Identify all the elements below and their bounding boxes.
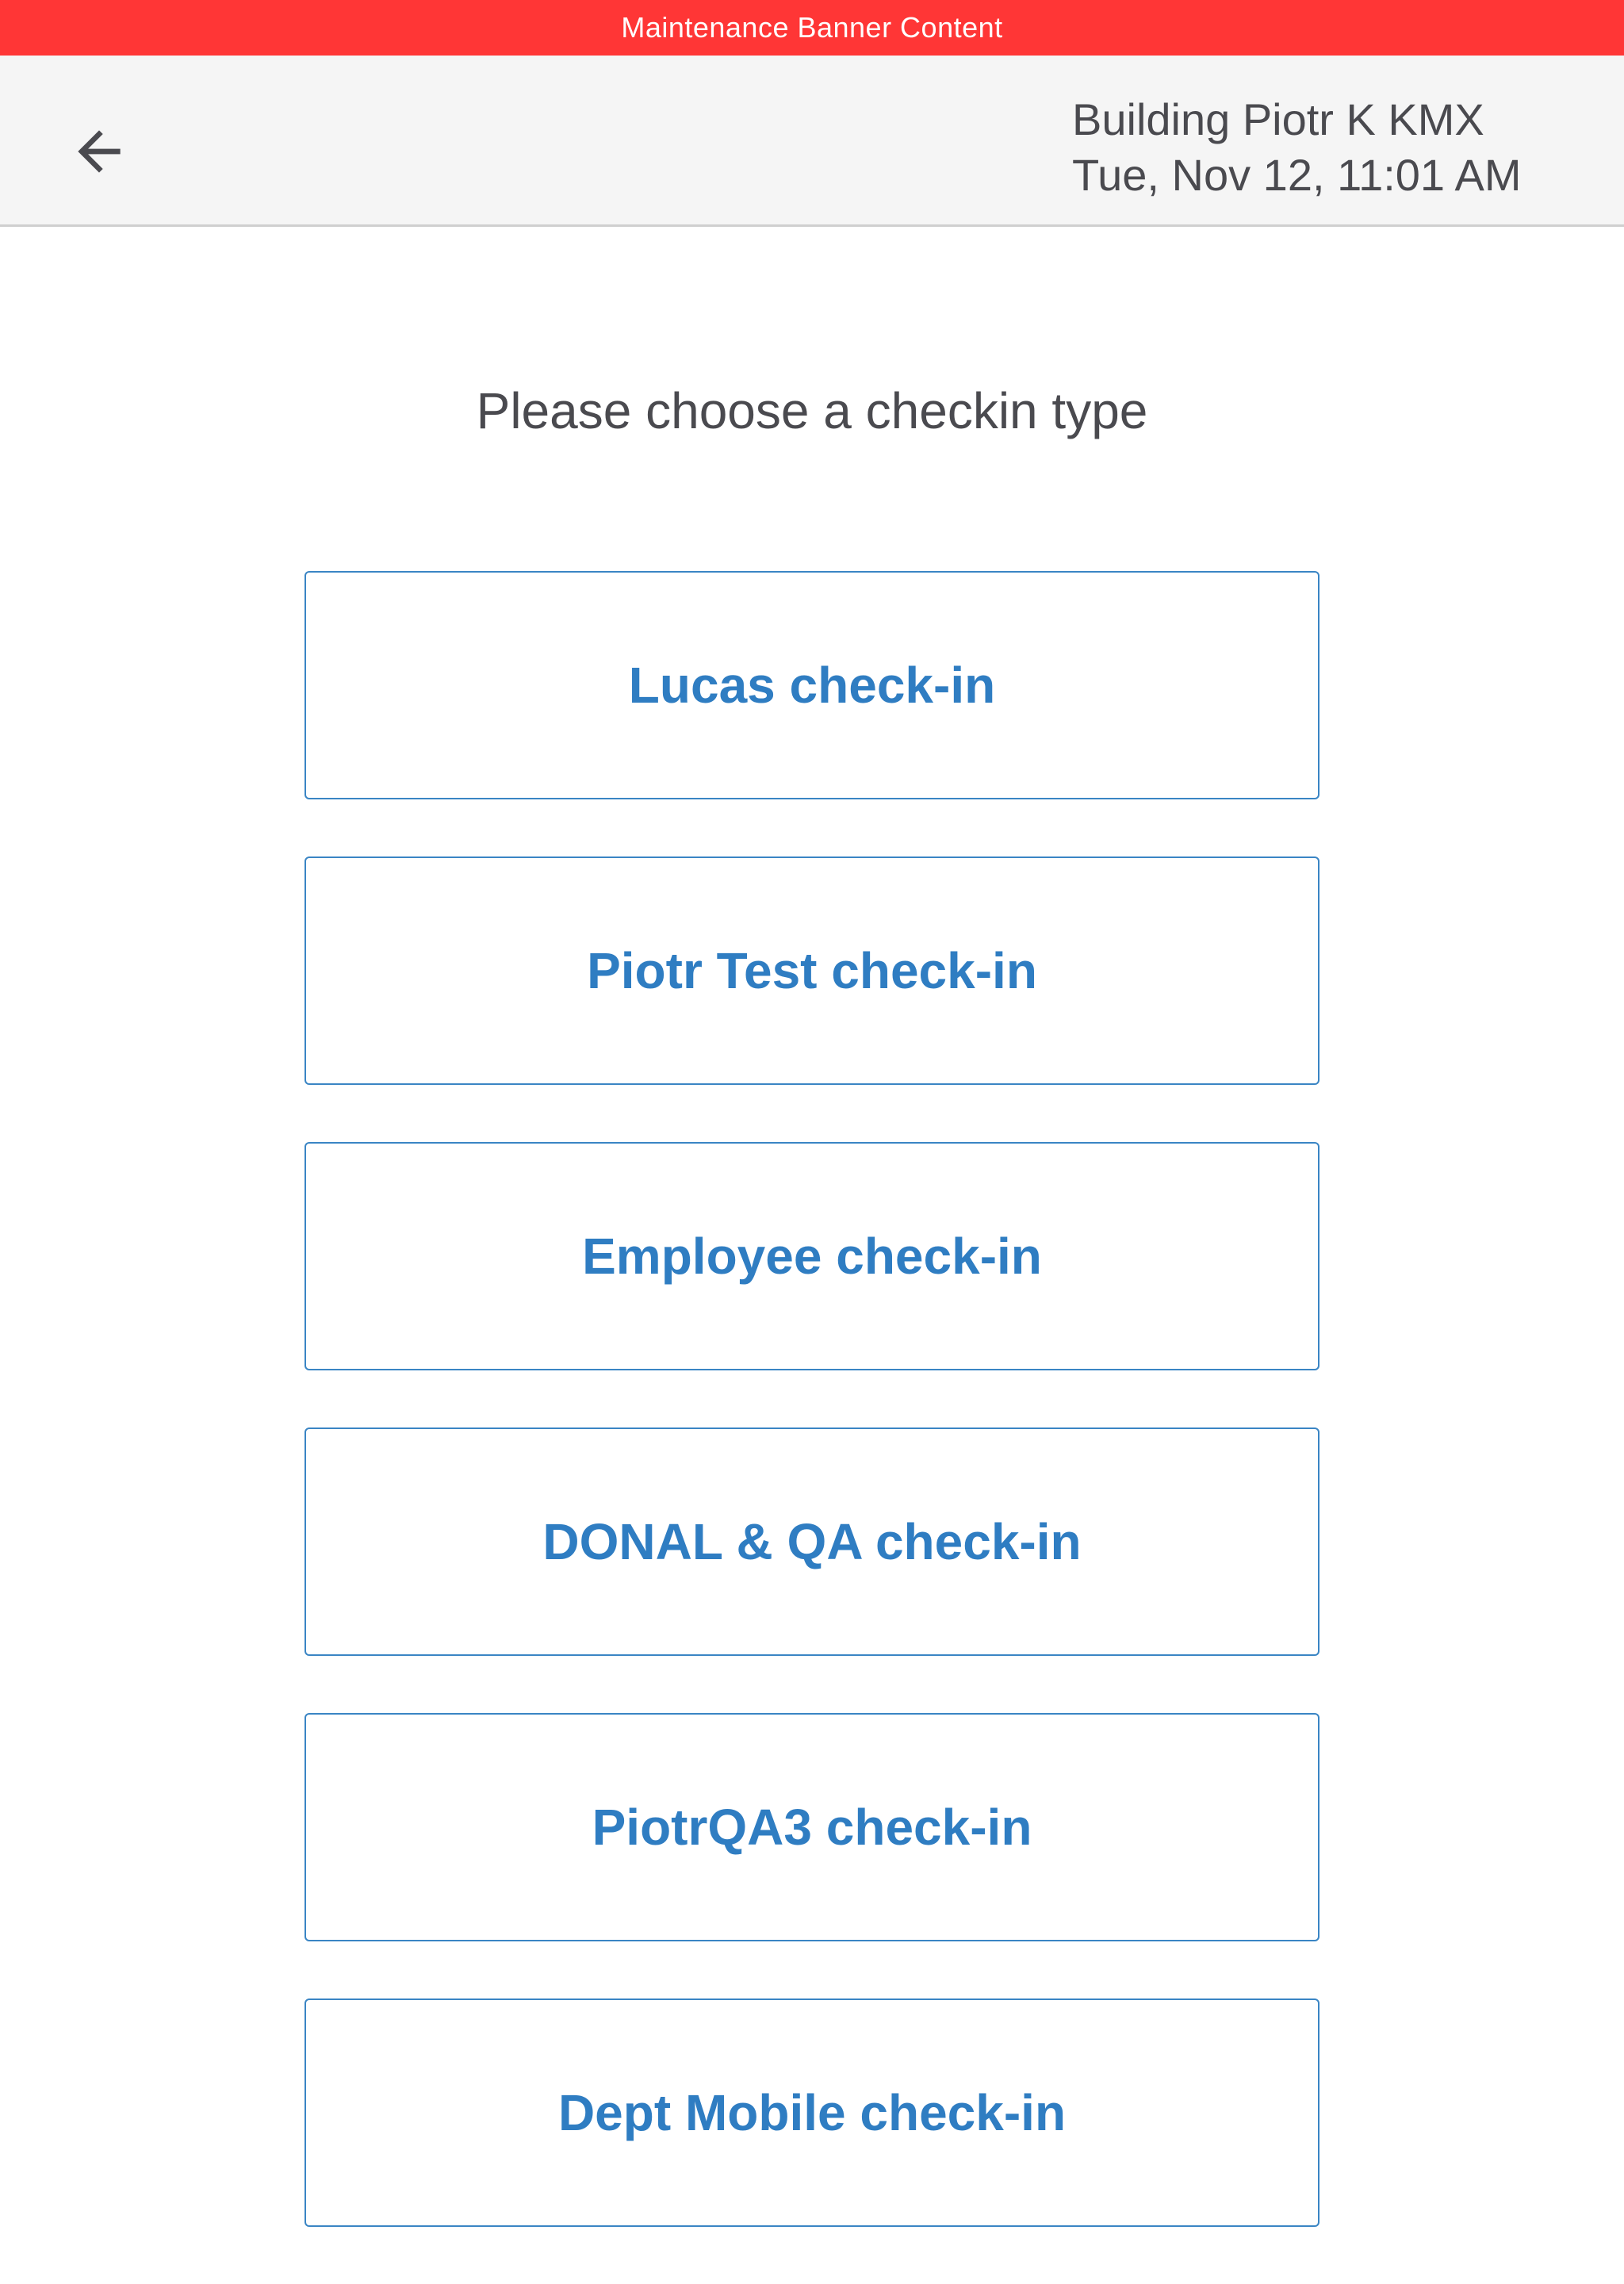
checkin-option-label: PiotrQA3 check-in	[592, 1799, 1032, 1856]
checkin-type-list: Lucas check-in Piotr Test check-in Emplo…	[304, 571, 1320, 2284]
app-header: Building Piotr K KMX Tue, Nov 12, 11:01 …	[0, 56, 1624, 227]
checkin-option-label: DONAL & QA check-in	[542, 1513, 1082, 1570]
checkin-option-label: Employee check-in	[582, 1228, 1042, 1285]
checkin-option-label: Lucas check-in	[628, 657, 996, 714]
checkin-option-employee[interactable]: Employee check-in	[304, 1142, 1320, 1370]
checkin-option-piotrqa3[interactable]: PiotrQA3 check-in	[304, 1713, 1320, 1941]
checkin-option-dept-mobile[interactable]: Dept Mobile check-in	[304, 1998, 1320, 2227]
arrow-left-icon	[78, 130, 121, 173]
page-title: Please choose a checkin type	[476, 382, 1148, 439]
maintenance-banner: Maintenance Banner Content	[0, 0, 1624, 56]
current-datetime: Tue, Nov 12, 11:01 AM	[1072, 150, 1522, 200]
checkin-option-label: Piotr Test check-in	[587, 942, 1037, 999]
checkin-option-piotr-test[interactable]: Piotr Test check-in	[304, 856, 1320, 1085]
building-name: Building Piotr K KMX	[1072, 94, 1484, 144]
checkin-option-lucas[interactable]: Lucas check-in	[304, 571, 1320, 799]
maintenance-banner-text: Maintenance Banner Content	[621, 11, 1003, 44]
header-info: Building Piotr K KMX Tue, Nov 12, 11:01 …	[1072, 92, 1522, 203]
checkin-option-donal-qa[interactable]: DONAL & QA check-in	[304, 1428, 1320, 1656]
checkin-option-label: Dept Mobile check-in	[557, 2084, 1067, 2141]
back-button[interactable]	[56, 108, 143, 195]
